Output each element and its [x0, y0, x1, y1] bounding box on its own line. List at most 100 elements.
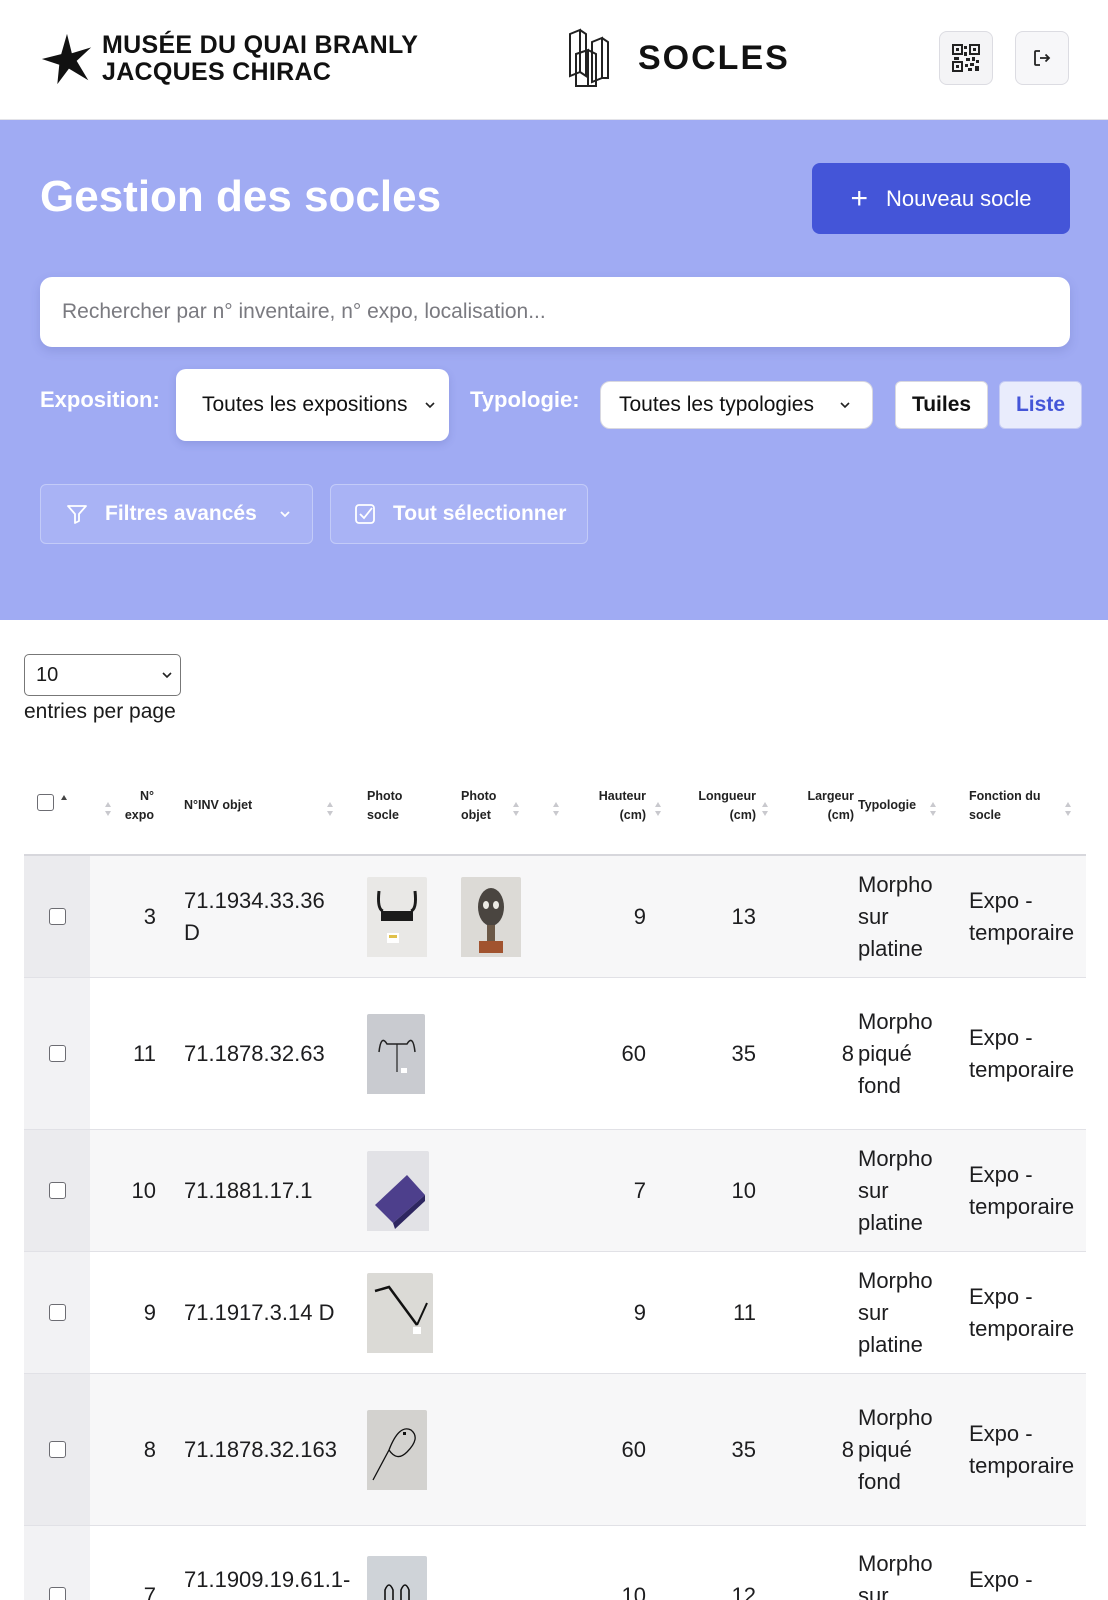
inv-number-cell: 71.1917.3.14 D — [184, 1297, 354, 1329]
typologie-cell-line: piqué — [858, 1437, 912, 1462]
typologie-cell-line: sur — [858, 1583, 889, 1600]
col-fonction[interactable]: Fonction du socle — [969, 787, 1041, 825]
logout-button[interactable] — [1015, 31, 1069, 85]
socle-photo-thumbnail[interactable] — [367, 1556, 427, 1600]
hauteur-cell-line: 10 — [621, 1583, 646, 1600]
sort-toggle-icon[interactable] — [104, 800, 112, 818]
col-largeur[interactable]: Largeur (cm) — [784, 787, 854, 825]
fonction-cell-line: temporaire — [969, 1194, 1075, 1219]
museum-name-line1: MUSÉE DU QUAI BRANLY — [102, 31, 419, 59]
col-no-expo[interactable]: N° expo — [110, 787, 154, 825]
hauteur-cell: 60 — [564, 1038, 646, 1070]
inv-number-cell: 71.1878.32.163 — [184, 1434, 354, 1466]
exposition-select[interactable]: Toutes les expositions — [176, 369, 449, 441]
no-expo-cell: 9 — [90, 1297, 156, 1329]
socle-photo-thumbnail[interactable] — [367, 1273, 433, 1358]
sort-toggle-icon[interactable] — [552, 800, 560, 818]
new-socle-button[interactable]: + Nouveau socle — [812, 163, 1070, 234]
col-longueur[interactable]: Longueur (cm) — [664, 787, 756, 825]
largeur-cell-line: 8 — [841, 1041, 854, 1066]
entries-per-page-select[interactable]: 10 — [24, 654, 181, 696]
app-title: SOCLES — [638, 38, 790, 77]
view-liste-button[interactable]: Liste — [999, 381, 1082, 429]
fonction-cell-line: Expo - — [969, 1421, 1033, 1446]
table-body: 3 71.1934.33.36 D 9 13 Morpho sur platine Expo -… — [24, 856, 1086, 1600]
typologie-cell: Morpho sur platine — [858, 1265, 958, 1361]
typologie-cell-line: Morpho — [858, 1146, 933, 1171]
sort-toggle-icon[interactable] — [1064, 800, 1072, 818]
row-checkbox[interactable] — [49, 1587, 66, 1600]
sort-toggle-icon[interactable] — [326, 800, 334, 818]
no-expo-cell: 8 — [90, 1434, 156, 1466]
chevron-down-icon — [280, 511, 290, 518]
socle-photo-thumbnail[interactable] — [367, 1014, 425, 1099]
sort-toggle-icon[interactable] — [761, 800, 769, 818]
row-checkbox[interactable] — [49, 1045, 66, 1062]
typologie-select[interactable]: Toutes les typologies — [600, 381, 873, 429]
col-hauteur[interactable]: Hauteur (cm) — [564, 787, 646, 825]
no-expo-cell-line: 11 — [133, 1041, 156, 1066]
table-row[interactable]: 771.1909.19.61.1-2 A-D1012Morphosurplati… — [24, 1526, 1086, 1600]
row-checkbox[interactable] — [49, 1304, 66, 1321]
row-checkbox[interactable] — [49, 908, 66, 925]
search-input[interactable] — [40, 277, 1070, 347]
typologie-cell-line: platine — [858, 1210, 923, 1235]
row-checkbox[interactable] — [49, 1182, 66, 1199]
view-tuiles-button[interactable]: Tuiles — [895, 381, 988, 429]
fonction-cell: Expo - temporaire — [969, 1022, 1089, 1086]
sort-toggle-icon[interactable] — [654, 800, 662, 818]
museum-logo[interactable]: MUSÉE DU QUAI BRANLY JACQUES CHIRAC — [38, 30, 418, 88]
largeur-cell: 8 — [784, 1038, 854, 1070]
fonction-cell-line: temporaire — [969, 1316, 1075, 1341]
table-header: N° expo N°INV objet Photo socle Photo ob… — [24, 772, 1086, 856]
longueur-cell-line: 13 — [731, 904, 756, 929]
app-brand: SOCLES — [566, 28, 790, 88]
socle-photo-thumbnail[interactable] — [367, 1410, 427, 1495]
longueur-cell: 13 — [664, 901, 756, 933]
chevron-down-icon — [840, 402, 850, 409]
typologie-cell: Morpho piqué fond — [858, 1006, 958, 1102]
col-typologie[interactable]: Typologie — [858, 796, 916, 815]
select-all-checkbox[interactable] — [37, 794, 54, 811]
no-expo-cell-line: 8 — [143, 1437, 156, 1462]
object-photo-thumbnail[interactable] — [461, 877, 521, 962]
fonction-cell-line: temporaire — [969, 1057, 1075, 1082]
row-checkbox[interactable] — [49, 1441, 66, 1458]
col-fonction-line2: socle — [969, 808, 1001, 822]
table-row[interactable]: 10 71.1881.17.1 7 10 Morpho sur platine Expo - t… — [24, 1130, 1086, 1252]
select-all-button[interactable]: Tout sélectionner — [330, 484, 588, 544]
table-row[interactable]: 11 71.1878.32.63 60 35 8 Morpho piqué fond Expo … — [24, 978, 1086, 1130]
sort-toggle-icon[interactable] — [512, 800, 520, 818]
sort-asc-icon[interactable] — [60, 794, 68, 802]
no-expo-cell-line: 7 — [143, 1583, 156, 1600]
largeur-cell-line: 8 — [841, 1437, 854, 1462]
checkbox-checked-icon — [355, 504, 375, 524]
no-expo-cell-line: 3 — [143, 904, 156, 929]
col-photo-objet-line2: objet — [461, 808, 491, 822]
page-title: Gestion des socles — [40, 172, 442, 221]
socle-photo-thumbnail[interactable] — [367, 877, 427, 962]
advanced-filters-label: Filtres avancés — [105, 502, 257, 525]
fonction-cell-line: temporaire — [969, 920, 1075, 945]
no-expo-cell: 3 — [90, 901, 156, 933]
sort-toggle-icon[interactable] — [929, 800, 937, 818]
hauteur-cell-line: 60 — [621, 1041, 646, 1066]
col-photo-objet[interactable]: Photo objet — [461, 787, 496, 825]
fonction-cell-line: Expo - — [969, 1567, 1033, 1592]
inv-number-cell: 71.1878.32.63 — [184, 1038, 354, 1070]
advanced-filters-button[interactable]: Filtres avancés — [40, 484, 313, 544]
typologie-cell-line: Morpho — [858, 1009, 933, 1034]
qr-scan-button[interactable] — [939, 31, 993, 85]
inv-number-cell: 71.1909.19.61.1- 2 A-D — [184, 1564, 354, 1600]
typologie-cell-line: sur — [858, 1300, 889, 1325]
typologie-cell: Morpho sur platine — [858, 1143, 958, 1239]
longueur-cell-line: 35 — [731, 1437, 756, 1462]
typologie-cell: Morpho sur platine — [858, 869, 958, 965]
table-row[interactable]: 3 71.1934.33.36 D 9 13 Morpho sur platine Expo -… — [24, 856, 1086, 978]
table-row[interactable]: 8 71.1878.32.163 60 35 8 Morpho piqué fond Expo … — [24, 1374, 1086, 1526]
col-photo-socle[interactable]: Photo socle — [367, 787, 402, 825]
table-row[interactable]: 9 71.1917.3.14 D 9 11 Morpho sur platine Expo -… — [24, 1252, 1086, 1374]
socle-photo-thumbnail[interactable] — [367, 1151, 429, 1236]
hero-panel: Gestion des socles + Nouveau socle Expos… — [0, 120, 1108, 620]
col-no-inv[interactable]: N°INV objet — [184, 796, 252, 815]
